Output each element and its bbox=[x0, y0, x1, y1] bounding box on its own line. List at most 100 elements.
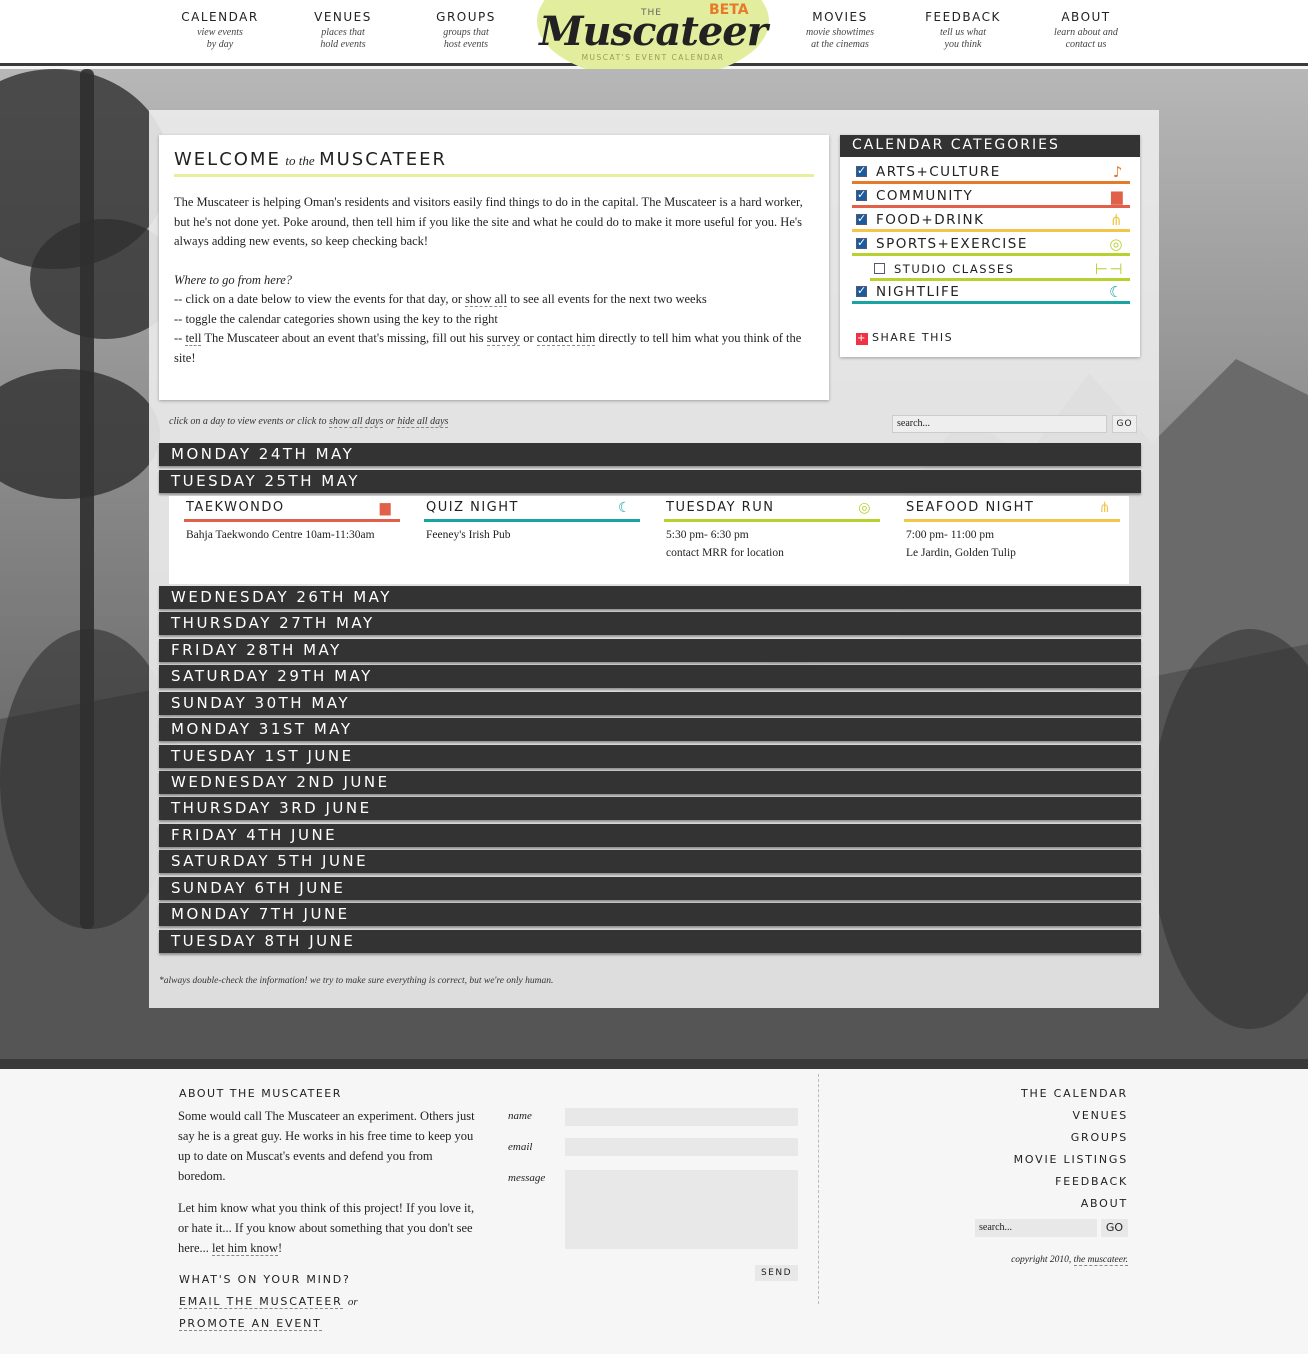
nav-movies-sub: movie showtimes at the cinemas bbox=[805, 27, 875, 50]
welcome-line-3-text-c: The Muscateer about an event that's miss… bbox=[201, 331, 487, 345]
event-tuesday-run[interactable]: TUESDAY RUN ◎ 5:30 pm- 6:30 pm contact MR… bbox=[664, 500, 880, 562]
nav-movies-label: MOVIES bbox=[812, 10, 868, 24]
day-row[interactable]: TUESDAY 25TH MAY bbox=[159, 470, 1141, 493]
category-food-drink[interactable]: FOOD+DRINK ⋔ bbox=[852, 210, 1130, 232]
food-drink-checkbox[interactable] bbox=[856, 212, 868, 225]
footer-go-button[interactable]: GO bbox=[1101, 1219, 1128, 1237]
message-label: message bbox=[508, 1172, 546, 1184]
about-title: ABOUT THE MUSCATEER bbox=[179, 1087, 342, 1100]
site-logo[interactable]: THE BETA Muscateer MUSCAT'S EVENT CALEND… bbox=[537, 0, 769, 80]
hint-text-c: or bbox=[383, 416, 398, 427]
nav-groups[interactable]: GROUPS groups that host events bbox=[411, 10, 521, 51]
welcome-box: WELCOME to the MUSCATEER The Muscateer i… bbox=[159, 135, 829, 400]
day-row[interactable]: TUESDAY 1ST JUNE bbox=[159, 745, 1141, 768]
nightlife-label: NIGHTLIFE bbox=[876, 284, 961, 300]
show-all-link[interactable]: show all bbox=[465, 292, 508, 307]
nav-movies[interactable]: MOVIES movie showtimes at the cinemas bbox=[785, 10, 895, 51]
tell-link[interactable]: tell bbox=[185, 331, 202, 346]
category-studio-classes[interactable]: STUDIO CLASSES ⊢⊣ bbox=[870, 259, 1130, 281]
arts-culture-label: ARTS+CULTURE bbox=[876, 164, 1001, 180]
disclaimer-note: *always double-check the information! we… bbox=[159, 976, 554, 986]
footer-link-calendar[interactable]: THE CALENDAR bbox=[1021, 1087, 1128, 1100]
studio-classes-checkbox[interactable] bbox=[874, 263, 885, 274]
email-field[interactable] bbox=[565, 1138, 798, 1156]
arts-culture-checkbox[interactable] bbox=[856, 164, 868, 177]
community-label: COMMUNITY bbox=[876, 188, 974, 204]
category-arts-culture[interactable]: ARTS+CULTURE ♪ bbox=[852, 162, 1130, 184]
survey-link[interactable]: survey bbox=[486, 331, 521, 346]
sports-exercise-checkbox[interactable] bbox=[856, 236, 868, 249]
show-all-days-link[interactable]: show all days bbox=[328, 416, 384, 428]
day-row[interactable]: MONDAY 7TH JUNE bbox=[159, 903, 1141, 926]
let-him-know-link[interactable]: let him know bbox=[212, 1241, 278, 1256]
main-panel: WELCOME to the MUSCATEER The Muscateer i… bbox=[149, 110, 1159, 1008]
nav-about[interactable]: ABOUT learn about and contact us bbox=[1031, 10, 1141, 51]
search-input[interactable]: search... bbox=[892, 415, 1107, 433]
message-field[interactable] bbox=[565, 1170, 798, 1249]
day-hint: click on a day to view events or click t… bbox=[169, 416, 449, 428]
event-title: QUIZ NIGHT bbox=[426, 500, 519, 515]
site-header: CALENDAR view events by day VENUES places … bbox=[0, 0, 1308, 80]
event-quiz-night[interactable]: QUIZ NIGHT ☾ Feeney's Irish Pub bbox=[424, 500, 640, 544]
welcome-title-c: MUSCATEER bbox=[319, 149, 447, 170]
day-row[interactable]: FRIDAY 28TH MAY bbox=[159, 639, 1141, 662]
welcome-line-3-text-a: -- bbox=[174, 331, 186, 345]
day-row[interactable]: SATURDAY 29TH MAY bbox=[159, 665, 1141, 688]
promote-event-link[interactable]: PROMOTE AN EVENT bbox=[179, 1317, 322, 1331]
tennis-icon: ◎ bbox=[858, 500, 872, 516]
day-row[interactable]: MONDAY 31ST MAY bbox=[159, 718, 1141, 741]
welcome-line-1-text-c: to see all events for the next two weeks bbox=[507, 292, 707, 306]
welcome-line-2: -- toggle the calendar categories shown … bbox=[174, 311, 498, 326]
day-row[interactable]: WEDNESDAY 2ND JUNE bbox=[159, 771, 1141, 794]
name-label: name bbox=[508, 1110, 532, 1122]
day-row[interactable]: MONDAY 24TH MAY bbox=[159, 443, 1141, 466]
search-go-button[interactable]: GO bbox=[1112, 415, 1137, 433]
name-field[interactable] bbox=[565, 1108, 798, 1126]
community-checkbox[interactable] bbox=[856, 188, 868, 201]
welcome-where: Where to go from here? bbox=[174, 272, 293, 287]
day-row[interactable]: SUNDAY 30TH MAY bbox=[159, 692, 1141, 715]
day-row[interactable]: THURSDAY 3RD JUNE bbox=[159, 797, 1141, 820]
calendar-categories: CALENDAR CATEGORIES ARTS+CULTURE ♪ COMMUN… bbox=[840, 135, 1140, 357]
welcome-title: WELCOME to the MUSCATEER bbox=[174, 149, 814, 177]
event-title: TAEKWONDO bbox=[186, 500, 285, 515]
share-this-button[interactable]: + SHARE THIS bbox=[856, 331, 953, 345]
footer-link-about[interactable]: ABOUT bbox=[1081, 1197, 1128, 1210]
day-row[interactable]: SUNDAY 6TH JUNE bbox=[159, 877, 1141, 900]
contact-him-link[interactable]: contact him bbox=[536, 331, 596, 346]
category-sports-exercise[interactable]: SPORTS+EXERCISE ◎ bbox=[852, 234, 1130, 256]
nightlife-checkbox[interactable] bbox=[856, 284, 868, 297]
welcome-line-3: -- tell The Muscateer about an event tha… bbox=[174, 329, 814, 368]
or-text: or bbox=[347, 1296, 358, 1308]
email-muscateer-link[interactable]: EMAIL THE MUSCATEER bbox=[179, 1295, 343, 1309]
hide-all-days-link[interactable]: hide all days bbox=[397, 416, 449, 428]
footer-link-venues[interactable]: VENUES bbox=[1073, 1109, 1129, 1122]
day-row[interactable]: TUESDAY 8TH JUNE bbox=[159, 930, 1141, 953]
category-nightlife[interactable]: NIGHTLIFE ☾ bbox=[852, 282, 1130, 304]
sofa-icon: ▆ bbox=[379, 500, 392, 516]
nav-venues[interactable]: VENUES places that hold events bbox=[288, 10, 398, 51]
day-row[interactable]: SATURDAY 5TH JUNE bbox=[159, 850, 1141, 873]
footer-link-movie-listings[interactable]: MOVIE LISTINGS bbox=[1014, 1153, 1128, 1166]
plus-icon: + bbox=[856, 333, 868, 345]
day-row[interactable]: THURSDAY 27TH MAY bbox=[159, 612, 1141, 635]
day-row[interactable]: WEDNESDAY 26TH MAY bbox=[159, 586, 1141, 609]
footer-link-feedback[interactable]: FEEDBACK bbox=[1055, 1175, 1128, 1188]
footer-link-groups[interactable]: GROUPS bbox=[1071, 1131, 1128, 1144]
nav-venues-label: VENUES bbox=[314, 10, 372, 24]
welcome-intro: The Muscateer is helping Oman's resident… bbox=[174, 195, 803, 248]
utensils-icon: ⋔ bbox=[1098, 500, 1112, 516]
day-row[interactable]: FRIDAY 4TH JUNE bbox=[159, 824, 1141, 847]
event-taekwondo[interactable]: TAEKWONDO ▆ Bahja Taekwondo Centre 10am-1… bbox=[184, 500, 400, 544]
category-community[interactable]: COMMUNITY ▆ bbox=[852, 186, 1130, 208]
moon-icon: ☾ bbox=[617, 500, 632, 516]
footer-search-input[interactable]: search... bbox=[975, 1219, 1097, 1237]
event-seafood-night[interactable]: SEAFOOD NIGHT ⋔ 7:00 pm- 11:00 pm Le Jard… bbox=[904, 500, 1120, 562]
send-button[interactable]: SEND bbox=[755, 1265, 798, 1281]
nav-calendar-label: CALENDAR bbox=[181, 10, 259, 24]
sports-exercise-label: SPORTS+EXERCISE bbox=[876, 236, 1028, 252]
copyright-link[interactable]: the muscateer. bbox=[1073, 1255, 1128, 1266]
nav-calendar[interactable]: CALENDAR view events by day bbox=[165, 10, 275, 51]
welcome-line-1: -- click on a date below to view the eve… bbox=[174, 290, 814, 310]
nav-feedback[interactable]: FEEDBACK tell us what you think bbox=[908, 10, 1018, 51]
